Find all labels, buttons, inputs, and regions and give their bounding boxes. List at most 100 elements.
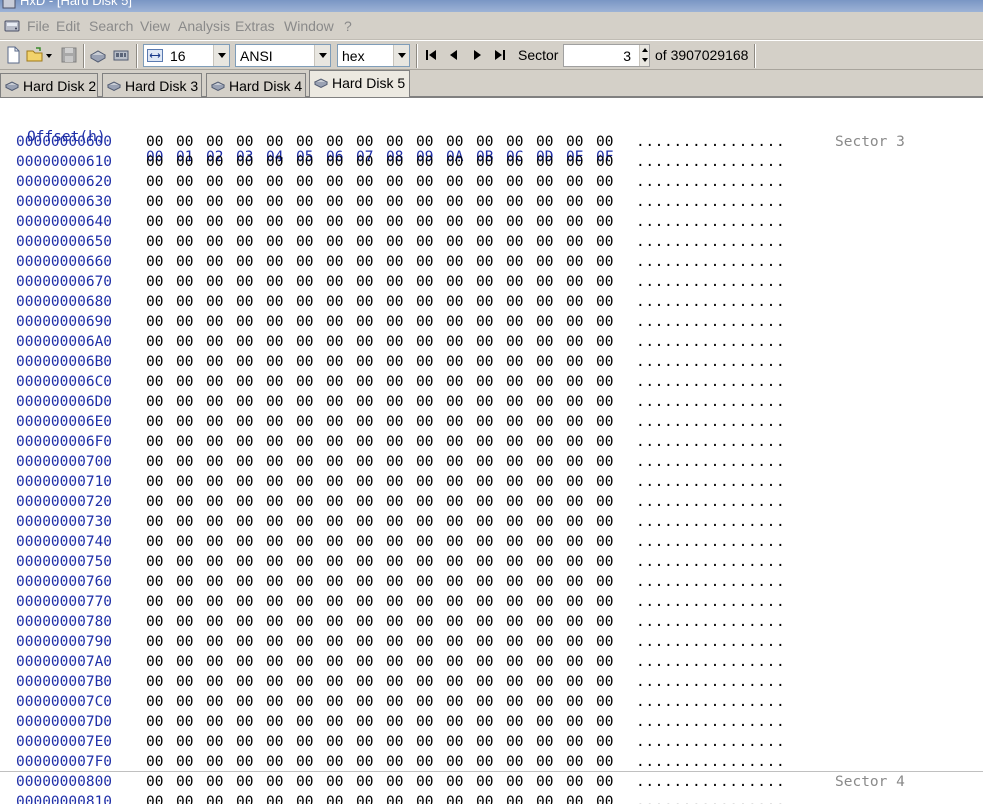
hex-byte[interactable]: 00 bbox=[446, 572, 463, 592]
hex-byte[interactable]: 00 bbox=[296, 592, 313, 612]
hex-byte[interactable]: 00 bbox=[476, 572, 493, 592]
hex-byte[interactable]: 00 bbox=[236, 152, 253, 172]
hex-byte[interactable]: 00 bbox=[536, 532, 553, 552]
hex-byte[interactable]: 00 bbox=[476, 612, 493, 632]
hex-byte[interactable]: 00 bbox=[506, 132, 523, 152]
hex-row[interactable]: 000000007C0 00 00 00 00 00 00 00 00 00 00 00 00 00 00 0… bbox=[0, 692, 983, 712]
hex-byte[interactable]: 00 bbox=[506, 192, 523, 212]
hex-byte[interactable]: 00 bbox=[476, 212, 493, 232]
menu-analysis[interactable]: Analysis bbox=[178, 18, 230, 34]
hex-byte[interactable]: 00 bbox=[206, 212, 223, 232]
hex-byte[interactable]: 00 bbox=[236, 452, 253, 472]
hex-byte[interactable]: 00 bbox=[386, 432, 403, 452]
hex-byte[interactable]: 00 bbox=[536, 452, 553, 472]
hex-byte[interactable]: 00 bbox=[236, 612, 253, 632]
hex-byte[interactable]: 00 bbox=[206, 552, 223, 572]
last-sector-icon[interactable] bbox=[490, 45, 510, 65]
hex-byte[interactable]: 00 bbox=[566, 152, 583, 172]
hex-byte[interactable]: 00 bbox=[596, 492, 613, 512]
hex-byte[interactable]: 00 bbox=[176, 152, 193, 172]
ascii-text[interactable]: ................ bbox=[636, 332, 785, 352]
hex-byte[interactable]: 00 bbox=[356, 432, 373, 452]
hex-byte[interactable]: 00 bbox=[326, 152, 343, 172]
hex-byte[interactable]: 00 bbox=[206, 132, 223, 152]
hex-byte[interactable]: 00 bbox=[146, 372, 163, 392]
hex-byte[interactable]: 00 bbox=[446, 512, 463, 532]
hex-byte[interactable]: 00 bbox=[566, 632, 583, 652]
hex-byte[interactable]: 00 bbox=[356, 672, 373, 692]
hex-byte[interactable]: 00 bbox=[506, 452, 523, 472]
hex-byte[interactable]: 00 bbox=[176, 192, 193, 212]
hex-byte[interactable]: 00 bbox=[176, 352, 193, 372]
hex-byte[interactable]: 00 bbox=[386, 532, 403, 552]
hex-byte[interactable]: 00 bbox=[536, 352, 553, 372]
hex-byte[interactable]: 00 bbox=[206, 752, 223, 772]
hex-byte[interactable]: 00 bbox=[326, 772, 343, 792]
hex-byte[interactable]: 00 bbox=[326, 312, 343, 332]
hex-byte[interactable]: 00 bbox=[596, 452, 613, 472]
charset-combo[interactable]: ANSI bbox=[235, 44, 331, 67]
hex-byte[interactable]: 00 bbox=[386, 572, 403, 592]
hex-byte[interactable]: 00 bbox=[386, 192, 403, 212]
next-sector-icon[interactable] bbox=[467, 45, 487, 65]
hex-byte[interactable]: 00 bbox=[506, 312, 523, 332]
hex-byte[interactable]: 00 bbox=[176, 592, 193, 612]
hex-byte[interactable]: 00 bbox=[476, 172, 493, 192]
hex-byte[interactable]: 00 bbox=[326, 252, 343, 272]
hex-byte[interactable]: 00 bbox=[356, 452, 373, 472]
hex-byte[interactable]: 00 bbox=[536, 412, 553, 432]
hex-byte[interactable]: 00 bbox=[566, 752, 583, 772]
ascii-text[interactable]: ................ bbox=[636, 132, 785, 152]
hex-byte[interactable]: 00 bbox=[506, 672, 523, 692]
hex-byte[interactable]: 00 bbox=[206, 612, 223, 632]
hex-byte[interactable]: 00 bbox=[416, 292, 433, 312]
hex-byte[interactable]: 00 bbox=[206, 632, 223, 652]
hex-byte[interactable]: 00 bbox=[566, 392, 583, 412]
hex-byte[interactable]: 00 bbox=[506, 552, 523, 572]
hex-byte[interactable]: 00 bbox=[146, 672, 163, 692]
hex-byte[interactable]: 00 bbox=[236, 392, 253, 412]
chevron-down-icon[interactable] bbox=[213, 45, 229, 66]
hex-byte[interactable]: 00 bbox=[326, 212, 343, 232]
hex-byte[interactable]: 00 bbox=[206, 412, 223, 432]
hex-byte[interactable]: 00 bbox=[386, 632, 403, 652]
hex-byte[interactable]: 00 bbox=[296, 132, 313, 152]
hex-byte[interactable]: 00 bbox=[266, 432, 283, 452]
hex-byte[interactable]: 00 bbox=[326, 372, 343, 392]
hex-byte[interactable]: 00 bbox=[596, 252, 613, 272]
ascii-text[interactable]: ................ bbox=[636, 232, 785, 252]
hex-byte[interactable]: 00 bbox=[356, 352, 373, 372]
hex-byte[interactable]: 00 bbox=[476, 532, 493, 552]
hex-byte[interactable]: 00 bbox=[266, 712, 283, 732]
hex-row[interactable]: 000000007E0 00 00 00 00 00 00 00 00 00 00 00 00 00 00 0… bbox=[0, 732, 983, 752]
hex-byte[interactable]: 00 bbox=[416, 592, 433, 612]
hex-byte[interactable]: 00 bbox=[146, 712, 163, 732]
hex-row[interactable]: 00000000600 00 00 00 00 00 00 00 00 00 00 00 00 00 00 0… bbox=[0, 132, 983, 152]
hex-byte[interactable]: 00 bbox=[266, 752, 283, 772]
hex-byte[interactable]: 00 bbox=[446, 752, 463, 772]
menu-search[interactable]: Search bbox=[89, 18, 133, 34]
hex-byte[interactable]: 00 bbox=[236, 332, 253, 352]
chevron-down-icon[interactable] bbox=[314, 45, 330, 66]
hex-byte[interactable]: 00 bbox=[446, 652, 463, 672]
hex-byte[interactable]: 00 bbox=[536, 612, 553, 632]
hex-byte[interactable]: 00 bbox=[416, 432, 433, 452]
hex-byte[interactable]: 00 bbox=[386, 612, 403, 632]
hex-byte[interactable]: 00 bbox=[476, 412, 493, 432]
hex-byte[interactable]: 00 bbox=[596, 612, 613, 632]
hex-byte[interactable]: 00 bbox=[326, 472, 343, 492]
hex-byte[interactable]: 00 bbox=[206, 272, 223, 292]
hex-byte[interactable]: 00 bbox=[206, 252, 223, 272]
hex-byte[interactable]: 00 bbox=[236, 632, 253, 652]
hex-byte[interactable]: 00 bbox=[176, 392, 193, 412]
hex-byte[interactable]: 00 bbox=[206, 532, 223, 552]
hex-byte[interactable]: 00 bbox=[266, 232, 283, 252]
hex-byte[interactable]: 00 bbox=[326, 672, 343, 692]
hex-byte[interactable]: 00 bbox=[296, 192, 313, 212]
hex-byte[interactable]: 00 bbox=[266, 772, 283, 792]
hex-byte[interactable]: 00 bbox=[506, 752, 523, 772]
hex-byte[interactable]: 00 bbox=[566, 652, 583, 672]
ascii-text[interactable]: ................ bbox=[636, 792, 785, 804]
hex-row[interactable]: 000000007B0 00 00 00 00 00 00 00 00 00 00 00 00 00 00 0… bbox=[0, 672, 983, 692]
hex-byte[interactable]: 00 bbox=[266, 412, 283, 432]
